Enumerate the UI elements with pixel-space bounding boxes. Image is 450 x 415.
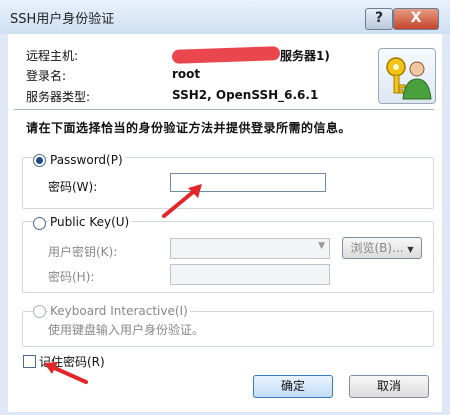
keyboard-radio-label: Keyboard Interactive(I) — [48, 304, 190, 318]
browse-button-label: 浏览(B)... — [350, 241, 404, 255]
help-button[interactable]: ? — [365, 8, 393, 30]
instruction-text: 请在下面选择恰当的身份验证方法并提供登录所需的信息。 — [26, 121, 352, 135]
annotation-arrow-icon — [162, 184, 202, 218]
key-user-icon — [378, 48, 436, 104]
chevron-down-icon: ▼ — [318, 241, 325, 251]
user-key-label: 用户密钥(K): — [48, 245, 118, 259]
password-field-label: 密码(W): — [48, 180, 98, 194]
remember-checkbox[interactable] — [23, 355, 36, 368]
login-value: root — [172, 67, 201, 81]
keyboard-radio[interactable] — [33, 305, 46, 318]
publickey-radio[interactable] — [33, 217, 46, 230]
host-value: 服务器1) — [280, 49, 330, 63]
server-type-label: 服务器类型: — [26, 90, 91, 104]
ok-button[interactable]: 确定 — [253, 375, 333, 398]
separator — [14, 109, 434, 110]
server-type-value: SSH2, OpenSSH_6.6.1 — [172, 88, 319, 102]
publickey-radio-label: Public Key(U) — [48, 215, 132, 229]
password-radio-label: Password(P) — [48, 153, 125, 167]
close-button[interactable]: X — [393, 8, 439, 30]
keyboard-description: 使用键盘输入用户身份验证。 — [48, 323, 205, 337]
browse-button[interactable]: 浏览(B)... ▼ — [342, 237, 422, 259]
host-label: 远程主机: — [26, 49, 79, 63]
login-label: 登录名: — [26, 69, 67, 83]
dropdown-arrow-icon: ▼ — [407, 245, 414, 254]
password-radio[interactable] — [33, 154, 46, 167]
passphrase-label: 密码(H): — [48, 270, 95, 284]
cancel-button[interactable]: 取消 — [349, 375, 429, 398]
user-key-dropdown[interactable]: ▼ — [170, 238, 330, 259]
annotation-arrow-remember-icon — [44, 362, 88, 384]
window-title: SSH用户身份验证 — [10, 12, 115, 27]
passphrase-input[interactable] — [170, 264, 330, 285]
title-bar[interactable]: SSH用户身份验证 ? X — [0, 0, 450, 34]
